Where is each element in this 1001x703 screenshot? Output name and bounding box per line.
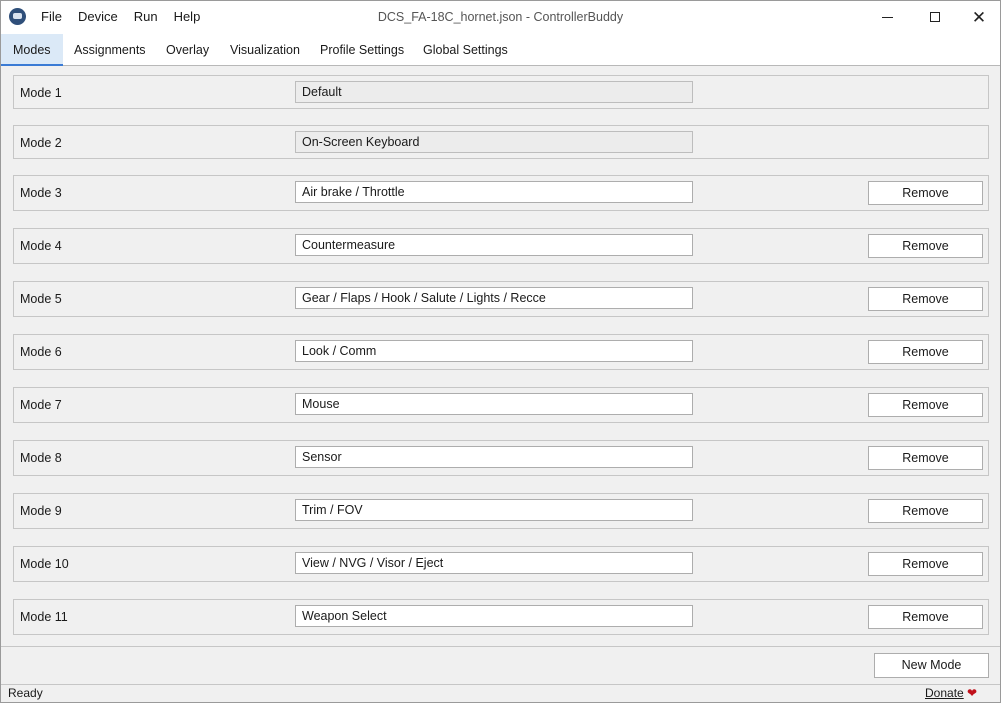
heart-icon: ❤ xyxy=(967,686,978,700)
mode-name-field[interactable]: View / NVG / Visor / Eject xyxy=(295,552,693,574)
menu-file[interactable]: File xyxy=(33,1,70,33)
mode-label: Mode 5 xyxy=(20,292,62,306)
menu-device[interactable]: Device xyxy=(70,1,126,33)
mode-name-field[interactable]: Sensor xyxy=(295,446,693,468)
mode-name-field: Default xyxy=(295,81,693,103)
remove-mode-button[interactable]: Remove xyxy=(868,393,983,417)
mode-row: Mode 10 View / NVG / Visor / Eject Remov… xyxy=(13,546,989,582)
mode-name-field[interactable]: Air brake / Throttle xyxy=(295,181,693,203)
menu-help[interactable]: Help xyxy=(166,1,209,33)
tab-modes[interactable]: Modes xyxy=(1,34,63,66)
mode-label: Mode 10 xyxy=(20,557,69,571)
remove-mode-button[interactable]: Remove xyxy=(868,181,983,205)
mode-row: Mode 1 Default xyxy=(13,75,989,109)
mode-name-field[interactable]: Gear / Flaps / Hook / Salute / Lights / … xyxy=(295,287,693,309)
remove-mode-button[interactable]: Remove xyxy=(868,340,983,364)
app-window: File Device Run Help DCS_FA-18C_hornet.j… xyxy=(0,0,1001,703)
remove-mode-button[interactable]: Remove xyxy=(868,552,983,576)
tab-global-settings[interactable]: Global Settings xyxy=(411,34,520,66)
mode-row: Mode 4 Countermeasure Remove xyxy=(13,228,989,264)
mode-label: Mode 9 xyxy=(20,504,62,518)
menu-run[interactable]: Run xyxy=(126,1,166,33)
remove-mode-button[interactable]: Remove xyxy=(868,499,983,523)
tab-visualization[interactable]: Visualization xyxy=(218,34,312,66)
mode-label: Mode 4 xyxy=(20,239,62,253)
menu-bar: File Device Run Help xyxy=(33,1,208,33)
remove-mode-button[interactable]: Remove xyxy=(868,234,983,258)
mode-name-field: On-Screen Keyboard xyxy=(295,131,693,153)
mode-row: Mode 7 Mouse Remove xyxy=(13,387,989,423)
mode-row: Mode 9 Trim / FOV Remove xyxy=(13,493,989,529)
mode-name-field[interactable]: Trim / FOV xyxy=(295,499,693,521)
mode-label: Mode 6 xyxy=(20,345,62,359)
mode-row: Mode 6 Look / Comm Remove xyxy=(13,334,989,370)
minimize-icon xyxy=(881,16,893,18)
remove-mode-button[interactable]: Remove xyxy=(868,446,983,470)
mode-row: Mode 8 Sensor Remove xyxy=(13,440,989,476)
mode-name-field[interactable]: Countermeasure xyxy=(295,234,693,256)
mode-label: Mode 7 xyxy=(20,398,62,412)
mode-row: Mode 2 On-Screen Keyboard xyxy=(13,125,989,159)
mode-name-field[interactable]: Look / Comm xyxy=(295,340,693,362)
modes-panel: Mode 1 Default Mode 2 On-Screen Keyboard… xyxy=(1,67,1000,645)
mode-row: Mode 3 Air brake / Throttle Remove xyxy=(13,175,989,211)
mode-label: Mode 3 xyxy=(20,186,62,200)
tab-assignments[interactable]: Assignments xyxy=(62,34,158,66)
maximize-button[interactable] xyxy=(912,1,958,33)
tab-overlay[interactable]: Overlay xyxy=(154,34,221,66)
close-button[interactable]: ✕ xyxy=(956,1,1001,33)
remove-mode-button[interactable]: Remove xyxy=(868,287,983,311)
status-text: Ready xyxy=(8,686,43,700)
tab-bar: Modes Assignments Overlay Visualization … xyxy=(1,33,1000,66)
mode-row: Mode 11 Weapon Select Remove xyxy=(13,599,989,635)
status-bar: Ready Donate ❤ xyxy=(1,684,1000,702)
mode-name-field[interactable]: Weapon Select xyxy=(295,605,693,627)
donate-link[interactable]: Donate xyxy=(925,685,964,702)
title-bar: File Device Run Help DCS_FA-18C_hornet.j… xyxy=(1,1,1000,33)
mode-label: Mode 2 xyxy=(20,136,62,150)
mode-label: Mode 8 xyxy=(20,451,62,465)
app-joystick-icon xyxy=(9,8,26,25)
divider xyxy=(1,646,1000,647)
remove-mode-button[interactable]: Remove xyxy=(868,605,983,629)
mode-name-field[interactable]: Mouse xyxy=(295,393,693,415)
minimize-button[interactable] xyxy=(864,1,910,33)
close-icon: ✕ xyxy=(971,7,987,27)
maximize-icon xyxy=(930,12,940,22)
mode-label: Mode 1 xyxy=(20,86,62,100)
new-mode-button[interactable]: New Mode xyxy=(874,653,989,678)
tab-profile-settings[interactable]: Profile Settings xyxy=(308,34,416,66)
mode-row: Mode 5 Gear / Flaps / Hook / Salute / Li… xyxy=(13,281,989,317)
mode-label: Mode 11 xyxy=(20,610,68,624)
